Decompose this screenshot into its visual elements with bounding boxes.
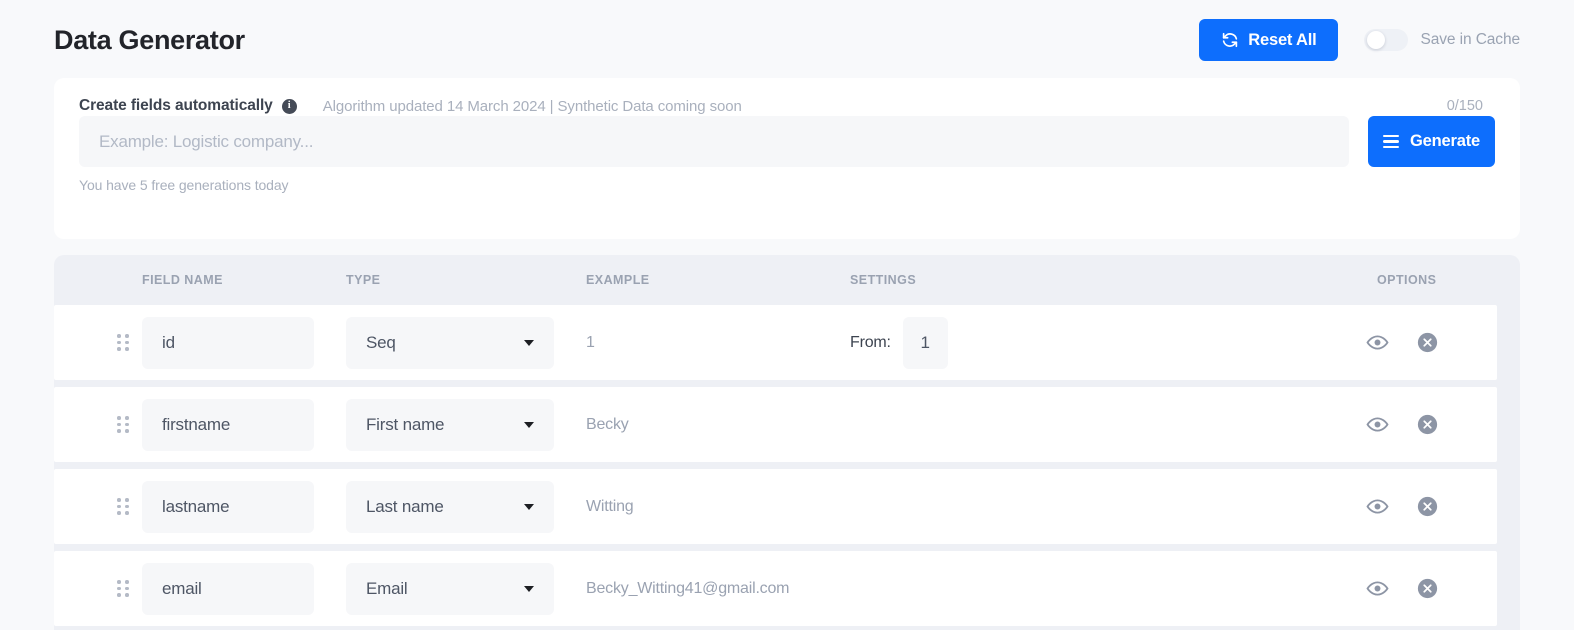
drag-handle-icon[interactable]	[54, 498, 142, 515]
create-fields-header: Create fields automatically i Algorithm …	[54, 78, 1520, 115]
create-fields-input-row: Generate	[54, 106, 1520, 167]
menu-burger-icon	[1383, 134, 1400, 149]
app-root: Data Generator Reset All Save in Cache C…	[0, 0, 1574, 630]
settings-from-input[interactable]	[902, 316, 948, 369]
chevron-down-icon	[524, 503, 534, 510]
chevron-down-icon	[524, 339, 534, 346]
reset-all-button[interactable]: Reset All	[1199, 19, 1339, 61]
drag-handle-icon[interactable]	[54, 416, 142, 433]
example-value: Becky	[586, 415, 629, 433]
type-cell: Seq	[346, 316, 586, 369]
table-row: Last name Witting	[54, 469, 1497, 544]
table-row: First name Becky	[54, 387, 1497, 462]
example-value: Witting	[586, 497, 634, 515]
generate-label: Generate	[1410, 132, 1480, 150]
reset-all-label: Reset All	[1248, 30, 1317, 49]
field-name-input[interactable]	[142, 562, 314, 615]
settings-cell: From:	[850, 316, 1354, 369]
field-name-input[interactable]	[142, 316, 314, 369]
field-name-cell	[142, 562, 346, 615]
table-header-row: FIELD NAME TYPE EXAMPLE SETTINGS OPTIONS	[54, 255, 1520, 305]
free-generations-note: You have 5 free generations today	[79, 177, 289, 193]
type-select-value: First name	[366, 414, 445, 434]
settings-from-label: From:	[850, 333, 891, 351]
eye-icon[interactable]	[1366, 413, 1389, 436]
options-cell	[1354, 331, 1497, 354]
type-select[interactable]: First name	[346, 398, 554, 451]
column-header-field-name: FIELD NAME	[142, 273, 223, 287]
eye-icon[interactable]	[1366, 577, 1389, 600]
create-fields-title: Create fields automatically	[79, 97, 273, 114]
options-cell	[1354, 495, 1497, 518]
type-select-value: Email	[366, 578, 408, 598]
type-select-value: Seq	[366, 332, 396, 352]
generate-button[interactable]: Generate	[1368, 116, 1495, 167]
type-select[interactable]: Last name	[346, 480, 554, 533]
chevron-down-icon	[524, 585, 534, 592]
table-row: Email Becky_Witting41@gmail.com	[54, 551, 1497, 626]
drag-handle-icon[interactable]	[54, 580, 142, 597]
save-in-cache-toggle[interactable]	[1364, 29, 1409, 51]
info-icon[interactable]: i	[281, 98, 297, 114]
column-header-example: EXAMPLE	[586, 273, 650, 287]
header-actions: Reset All Save in Cache	[1199, 19, 1520, 61]
field-name-input[interactable]	[142, 480, 314, 533]
close-circle-icon[interactable]	[1417, 578, 1438, 599]
table-row: Seq 1 From:	[54, 305, 1497, 380]
close-circle-icon[interactable]	[1417, 496, 1438, 517]
save-in-cache-control: Save in Cache	[1364, 29, 1520, 51]
chevron-down-icon	[524, 421, 534, 428]
close-circle-icon[interactable]	[1417, 332, 1438, 353]
prompt-input[interactable]	[79, 116, 1349, 167]
example-value: 1	[586, 333, 595, 351]
type-select[interactable]: Email	[346, 562, 554, 615]
column-header-options: OPTIONS	[1377, 273, 1437, 287]
column-header-settings: SETTINGS	[850, 273, 917, 287]
toggle-knob	[1367, 31, 1386, 49]
character-counter: 0/150	[1446, 98, 1483, 114]
eye-icon[interactable]	[1366, 495, 1389, 518]
table-body: Seq 1 From: First name Becky Last name Witting…	[54, 305, 1520, 626]
options-cell	[1354, 577, 1497, 600]
page-title: Data Generator	[54, 24, 245, 55]
field-name-cell	[142, 398, 346, 451]
algorithm-subtitle: Algorithm updated 14 March 2024 | Synthe…	[322, 97, 742, 115]
drag-handle-icon[interactable]	[54, 334, 142, 351]
close-circle-icon[interactable]	[1417, 414, 1438, 435]
fields-table: FIELD NAME TYPE EXAMPLE SETTINGS OPTIONS…	[54, 255, 1520, 630]
create-fields-card: Create fields automatically i Algorithm …	[54, 78, 1520, 239]
field-name-cell	[142, 480, 346, 533]
column-header-type: TYPE	[346, 273, 381, 287]
refresh-icon	[1221, 31, 1239, 49]
type-cell: First name	[346, 398, 586, 451]
type-cell: Email	[346, 562, 586, 615]
field-name-input[interactable]	[142, 398, 314, 451]
page-header: Data Generator Reset All Save in Cache	[0, 0, 1574, 80]
field-name-cell	[142, 316, 346, 369]
options-cell	[1354, 413, 1497, 436]
save-in-cache-label: Save in Cache	[1420, 31, 1520, 48]
example-value: Becky_Witting41@gmail.com	[586, 579, 790, 597]
type-select-value: Last name	[366, 496, 444, 516]
eye-icon[interactable]	[1366, 331, 1389, 354]
type-cell: Last name	[346, 480, 586, 533]
type-select[interactable]: Seq	[346, 316, 554, 369]
